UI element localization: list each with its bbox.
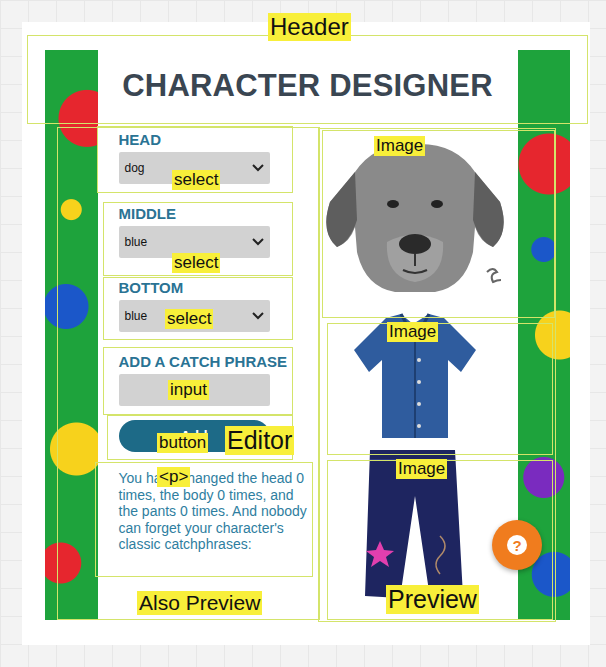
annotation-box: [318, 128, 556, 622]
annotation-label: input: [168, 380, 209, 400]
field-group: ADD A CATCH PHRASE: [119, 353, 312, 406]
annotation-box: [57, 127, 320, 620]
help-button[interactable]: ?: [492, 520, 542, 570]
select-value: dog: [125, 161, 145, 175]
annotation-box: [322, 130, 555, 318]
preview-panel: [312, 122, 518, 620]
chevron-down-icon: [252, 164, 264, 172]
field-group: BOTTOM blue: [119, 279, 312, 332]
field-group: MIDDLE blue: [119, 205, 312, 258]
header: CHARACTER DESIGNER: [98, 50, 518, 122]
annotation-label: Image: [374, 136, 425, 156]
annotation-label: button: [157, 433, 208, 453]
chevron-down-icon: [252, 238, 264, 246]
annotation-label: Preview: [386, 585, 479, 614]
annotation-label: Also Preview: [137, 591, 262, 615]
annotation-label: select: [165, 309, 213, 329]
annotation-label: Editor: [225, 426, 294, 455]
preview-image: [315, 132, 515, 300]
app-title: CHARACTER DESIGNER: [122, 68, 492, 104]
annotation-label: <p>: [157, 467, 190, 487]
annotation-label: Image: [396, 459, 447, 479]
field-label: MIDDLE: [119, 205, 312, 223]
annotation-box: [27, 35, 588, 124]
annotation-label: Header: [268, 13, 351, 41]
chevron-down-icon: [252, 312, 264, 320]
select-value: blue: [125, 235, 148, 249]
annotation-box: [327, 323, 553, 455]
annotation-label: select: [172, 253, 220, 273]
select-value: blue: [125, 309, 148, 323]
annotation-label: select: [172, 170, 220, 190]
field-label: ADD A CATCH PHRASE: [119, 353, 312, 371]
help-icon: ?: [507, 535, 527, 555]
annotation-label: Image: [387, 322, 438, 342]
editor-panel: HEAD dog MIDDLE blue BOTTOM blue ADD A CATCH P…: [98, 122, 312, 620]
field-label: HEAD: [119, 131, 312, 149]
summary-text: You have changed the head 0 times, the b…: [119, 470, 309, 553]
field-label: BOTTOM: [119, 279, 312, 297]
content-column: CHARACTER DESIGNERHEADdogMIDDLEblueBOTTO…: [98, 50, 518, 620]
dog-head-image: [315, 132, 515, 300]
main-body: HEAD dog MIDDLE blue BOTTOM blue ADD A CATCH P…: [98, 122, 518, 620]
pattern-background: CHARACTER DESIGNERHEADdogMIDDLEblueBOTTO…: [45, 50, 570, 620]
annotation-box: [95, 462, 313, 577]
